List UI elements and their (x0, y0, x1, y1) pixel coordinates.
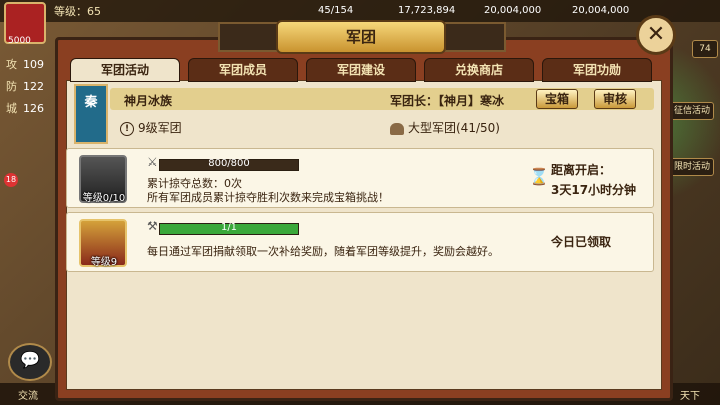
tab-legion-merit[interactable]: 军团功勋 (542, 58, 652, 82)
supply-card[interactable]: 等级9 ⚒ 1/1 每日通过军团捐献领取一次补给奖励，随着军团等级提升，奖励会越… (66, 212, 654, 272)
notification-badge: 18 (4, 173, 18, 187)
review-button[interactable]: 审核 (594, 89, 636, 109)
sword-icon: ⚔ (147, 155, 158, 169)
event-button-credit[interactable]: 征信活动 (670, 102, 714, 120)
supply-progress-text: 1/1 (220, 222, 238, 233)
right-counter[interactable]: 74 (692, 40, 718, 58)
guild-name: 神月冰族 (124, 94, 173, 108)
guild-flag-text: 秦 (84, 95, 98, 110)
resource-wood: 20,004,000 (572, 5, 630, 16)
title-ornament-left (218, 22, 280, 52)
claimed-status: 今日已领取 (551, 235, 612, 249)
tab-legion-activity[interactable]: 军团活动 (70, 58, 180, 82)
dialog-title: 军团 (276, 20, 446, 54)
stat-city: 城 126 (6, 102, 44, 115)
nav-chat[interactable]: 交流 (18, 387, 38, 402)
nav-world[interactable]: 天下 (680, 387, 700, 402)
guild-size-text: 大型军团(41/50) (408, 121, 500, 135)
top-resource-bar: 等级：65 45/154 17,723,894 20,004,000 20,00… (0, 0, 720, 22)
hammer-icon: ⚒ (147, 219, 158, 233)
stat-attack: 攻 109 (6, 58, 44, 71)
members-icon (390, 122, 404, 135)
stat-defense: 防 122 (6, 80, 44, 93)
supply-level-label: 等级9 (90, 257, 118, 268)
hourglass-icon: ⌛ (529, 167, 549, 186)
avatar-value: 5000 (8, 36, 31, 46)
info-icon: ! (120, 121, 134, 136)
resource-gold: 17,723,894 (398, 5, 456, 16)
guild-leader: 军团长：【神月】寒冰 (390, 94, 505, 108)
supply-description: 每日通过军团捐献领取一次补给奖励，随着军团等级提升，奖励会越好。 (147, 245, 499, 258)
plunder-chest-card[interactable]: 等级0/10 ⚔ 800/800 累计掠夺总数：0次 所有军团成员累计掠夺胜利次… (66, 148, 654, 208)
dialog-tabs: 军团活动 军团成员 军团建设 兑换商店 军团功勋 (70, 58, 662, 82)
guild-info: 秦 神月冰族 军团长：【神月】寒冰 宝箱 审核 ! 9级军团 大型军团(41/50… (70, 84, 666, 144)
guild-level: ! 9级军团 (120, 119, 182, 136)
guild-size: 大型军团(41/50) (390, 119, 500, 136)
plunder-description: 所有军团成员累计掠夺胜利次数来完成宝箱挑战！ (147, 191, 389, 204)
chat-icon[interactable]: 💬 (8, 343, 52, 381)
title-ornament-right (444, 22, 506, 52)
resource-troops: 45/154 (318, 5, 354, 16)
chest-level-label: 等级0/10 (82, 193, 126, 204)
tab-exchange-shop[interactable]: 兑换商店 (424, 58, 534, 82)
tab-legion-build[interactable]: 军团建设 (306, 58, 416, 82)
progress-text: 800/800 (208, 158, 250, 169)
event-button-limited[interactable]: 限时活动 (670, 158, 714, 176)
chest-button[interactable]: 宝箱 (536, 89, 578, 109)
open-countdown-label: 距离开启： (551, 163, 612, 177)
guild-flag-icon: 秦 (74, 84, 108, 144)
player-level: 等级：65 (54, 5, 101, 18)
close-icon: ✕ (646, 22, 666, 47)
guild-level-text: 9级军团 (138, 121, 182, 135)
tab-legion-members[interactable]: 军团成员 (188, 58, 298, 82)
close-button[interactable]: ✕ (636, 15, 676, 55)
open-countdown-value: 3天17小时分钟 (551, 183, 637, 197)
resource-food: 20,004,000 (484, 5, 542, 16)
